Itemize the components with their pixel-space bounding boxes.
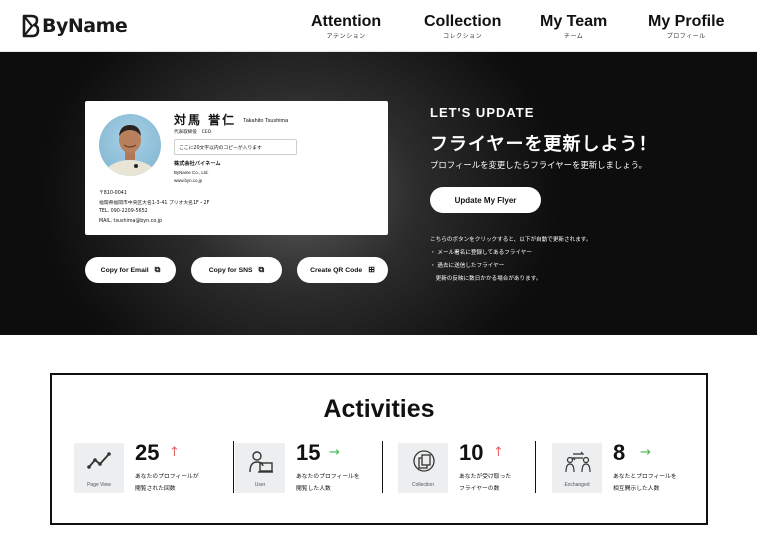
nav-collection[interactable]: Collection コレクション — [424, 12, 501, 41]
hero-section: 対馬 誉仁 Takahito Tsushima 代表取締役 CEO ここに20文… — [0, 52, 757, 335]
stat-exchanged: Exchanged 8 → あなたとプロフィールを 相互開示した人数 — [552, 440, 702, 495]
collection-desc-2: フライヤーの数 — [459, 486, 500, 492]
exchanged-desc-2: 相互開示した人数 — [613, 486, 660, 492]
nav-my-team[interactable]: My Team チーム — [540, 12, 607, 41]
hero-note-2: ・ メール署名に登録してあるフライヤー — [430, 250, 532, 256]
nav-attention-label: Attention — [311, 13, 382, 30]
card-company-en: ByName Co., Ltd. — [174, 170, 209, 175]
logo-text: ByName — [42, 15, 128, 37]
trend-flat-icon: → — [640, 445, 651, 460]
collection-icon — [413, 450, 435, 472]
nav-my-profile-label: My Profile — [648, 13, 725, 30]
exchanged-tile: Exchanged — [552, 443, 602, 493]
page-view-tile: Page View — [74, 443, 124, 493]
user-desc: あなたのプロフィールを 閲覧した人数 — [296, 471, 360, 495]
copy-for-email-button[interactable]: Copy for Email ⧉ — [85, 257, 176, 283]
hero-note-4: 更新の反映に数日かかる場合があります。 — [430, 276, 542, 282]
user-desc-1: あなたのプロフィールを — [296, 474, 360, 480]
person-photo-icon — [104, 125, 156, 176]
collection-tile: Collection — [398, 443, 448, 493]
nav-my-profile-sub: プロフィール — [666, 33, 706, 40]
flyer-card: 対馬 誉仁 Takahito Tsushima 代表取締役 CEO ここに20文… — [85, 101, 388, 235]
top-header: ByName Attention アテンション Collection コレクショ… — [0, 0, 757, 52]
user-icon — [249, 451, 273, 473]
page-view-label: Page View — [87, 482, 111, 488]
user-count: 15 — [296, 440, 321, 465]
card-url: www.byn.co.jp — [174, 178, 203, 183]
exchanged-label: Exchanged — [564, 482, 590, 488]
activities-title: Activities — [323, 395, 435, 423]
page-view-desc-2: 閲覧された回数 — [135, 486, 176, 492]
stat-divider — [535, 441, 536, 493]
hero-eyebrow: LET'S UPDATE — [430, 105, 535, 120]
hero-subtitle: プロフィールを変更したらフライヤーを更新しましょう。 — [430, 160, 647, 170]
create-qr-code-button[interactable]: Create QR Code ⊞ — [297, 257, 388, 283]
copy-icon: ⧉ — [258, 265, 265, 274]
collection-label: Collection — [412, 482, 434, 488]
page-view-desc: あなたのプロフィールが 閲覧された回数 — [135, 471, 199, 495]
collection-desc-1: あなたが受け取った — [459, 474, 512, 480]
exchanged-icon — [565, 451, 591, 473]
card-name-roman: Takahito Tsushima — [243, 118, 289, 124]
trend-up-icon: ↑ — [169, 445, 180, 460]
exchanged-desc: あなたとプロフィールを 相互開示した人数 — [613, 471, 677, 495]
hero-note-1: こちらのボタンをクリックすると、以下が自動で更新されます。 — [430, 237, 592, 243]
trend-up-icon: ↑ — [493, 445, 504, 460]
nav-my-team-label: My Team — [540, 13, 608, 30]
byname-logo[interactable]: ByName — [22, 12, 128, 40]
card-name: 対馬 誉仁 — [174, 113, 237, 127]
nav-my-profile[interactable]: My Profile プロフィール — [648, 12, 724, 41]
page-view-count: 25 — [135, 440, 160, 465]
page-view-icon — [87, 452, 111, 469]
copy-for-email-label: Copy for Email — [100, 266, 149, 274]
trend-flat-icon: → — [329, 445, 340, 460]
collection-count: 10 — [459, 440, 484, 465]
user-tile: User — [235, 443, 285, 493]
qr-code-icon: ⊞ — [368, 265, 375, 274]
card-mail: MAIL. tsushima@byn.co.jp — [99, 219, 163, 224]
stat-user: User 15 → あなたのプロフィールを 閲覧した人数 — [235, 440, 385, 495]
create-qr-code-label: Create QR Code — [310, 266, 363, 274]
user-desc-2: 閲覧した人数 — [296, 486, 331, 492]
nav-collection-label: Collection — [424, 13, 502, 30]
nav-attention[interactable]: Attention アテンション — [311, 12, 381, 41]
user-label: User — [254, 482, 266, 488]
avatar — [99, 114, 161, 176]
nav-attention-sub: アテンション — [326, 33, 366, 40]
exchanged-desc-1: あなたとプロフィールを — [613, 474, 677, 480]
exchanged-count: 8 — [613, 440, 626, 465]
page-view-desc-1: あなたのプロフィールが — [135, 474, 199, 480]
hero-note-3: ・ 過去に送信したフライヤー — [430, 263, 505, 269]
copy-for-sns-label: Copy for SNS — [208, 266, 253, 274]
stat-divider — [233, 441, 234, 493]
stat-divider — [382, 441, 383, 493]
nav-collection-sub: コレクション — [443, 33, 483, 40]
update-my-flyer-button[interactable]: Update My Flyer — [430, 187, 541, 213]
card-role: 代表取締役 CEO — [174, 130, 212, 135]
stat-page-view: Page View 25 ↑ あなたのプロフィールが 閲覧された回数 — [74, 440, 224, 495]
nav-my-team-sub: チーム — [563, 33, 584, 40]
copy-for-sns-button[interactable]: Copy for SNS ⧉ — [191, 257, 282, 283]
activities-panel: Activities Page View 25 ↑ あなたのプロフィールが 閲覧… — [50, 373, 708, 525]
collection-desc: あなたが受け取った フライヤーの数 — [459, 471, 511, 495]
logo-mark-icon — [22, 14, 40, 38]
stat-collection: Collection 10 ↑ あなたが受け取った フライヤーの数 — [398, 440, 548, 495]
hero-title: フライヤーを更新しよう！ — [430, 134, 658, 155]
card-tel: TEL. 090-2209-5652 — [99, 209, 148, 214]
card-copy-field: ここに20文字以内のコピーが入ります — [174, 139, 297, 155]
card-address: 福岡県福岡市中央区大名1-3-41 プリオ大名1F・2F — [99, 201, 210, 206]
card-postal: 〒810-0041 — [99, 191, 127, 196]
copy-icon: ⧉ — [154, 265, 161, 274]
card-company: 株式会社バイネーム — [174, 161, 221, 167]
